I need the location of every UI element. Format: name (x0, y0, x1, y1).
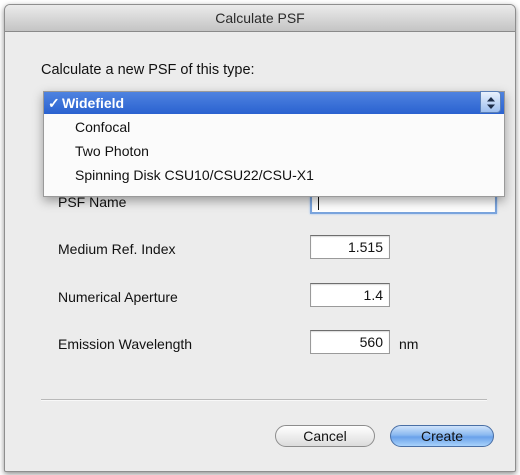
menu-item-two-photon[interactable]: Two Photon (44, 140, 504, 162)
emission-wavelength-label: Emission Wavelength (58, 336, 193, 352)
title-bar[interactable]: Calculate PSF (5, 5, 515, 32)
divider (41, 399, 487, 401)
numerical-aperture-input[interactable]: 1.4 (310, 283, 390, 307)
create-button[interactable]: Create (390, 425, 494, 447)
menu-item-spinning-disk[interactable]: Spinning Disk CSU10/CSU22/CSU-X1 (44, 164, 504, 186)
menu-item-label: Confocal (75, 119, 131, 135)
cancel-button[interactable]: Cancel (275, 425, 375, 447)
medium-ref-index-input[interactable]: 1.515 (310, 235, 390, 259)
menu-item-label: Two Photon (75, 143, 149, 159)
up-down-arrows-icon[interactable] (480, 91, 501, 113)
text-caret (318, 194, 319, 210)
menu-item-label: Widefield (62, 95, 125, 111)
medium-ref-index-label: Medium Ref. Index (58, 241, 176, 257)
calculate-psf-dialog: Calculate PSF Calculate a new PSF of thi… (4, 4, 516, 472)
window-title: Calculate PSF (215, 10, 305, 26)
emission-wavelength-input[interactable]: 560 (310, 330, 390, 354)
psf-type-prompt: Calculate a new PSF of this type: (41, 62, 255, 78)
psf-type-menu: ✓ Widefield Confocal Two Photon Spinning… (43, 91, 505, 197)
menu-item-confocal[interactable]: Confocal (44, 116, 504, 138)
up-down-arrows-glyph (487, 97, 495, 109)
emission-wavelength-unit: nm (399, 336, 419, 352)
menu-item-widefield[interactable]: ✓ Widefield (44, 92, 504, 114)
menu-item-label: Spinning Disk CSU10/CSU22/CSU-X1 (75, 167, 314, 183)
numerical-aperture-label: Numerical Aperture (58, 289, 178, 305)
checkmark-icon: ✓ (48, 95, 60, 111)
